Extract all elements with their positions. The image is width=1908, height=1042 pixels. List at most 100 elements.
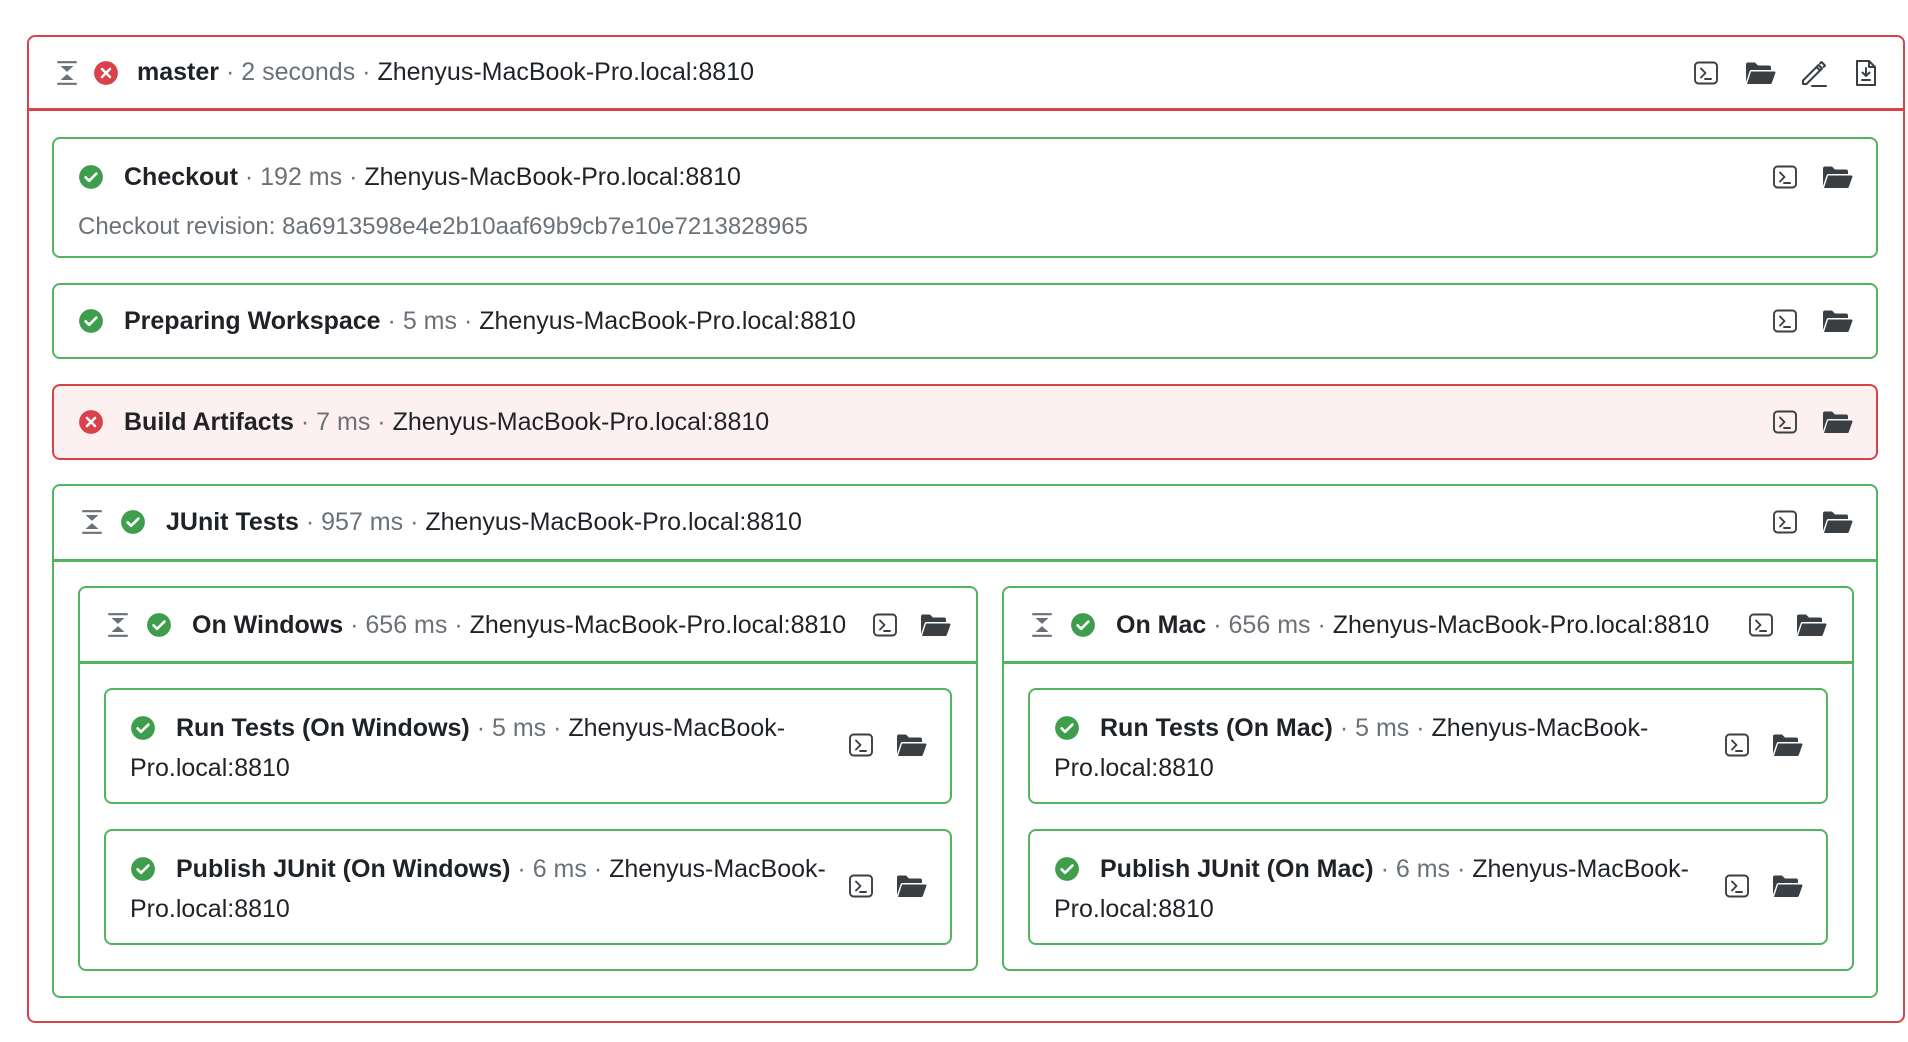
stage-header: On Mac · 656 ms · Zhenyus-MacBook-Pro.lo… xyxy=(1004,588,1852,664)
step-host: Zhenyus-MacBook-Pro.local:8810 xyxy=(364,162,741,191)
stage-host: Zhenyus-MacBook-Pro.local:8810 xyxy=(1332,610,1710,639)
step-build-artifacts: Build Artifacts · 7 ms · Zhenyus-MacBook… xyxy=(52,384,1878,460)
stage-duration: 957 ms xyxy=(321,507,404,536)
terminal-log-icon[interactable] xyxy=(1722,871,1752,901)
collapse-icon[interactable] xyxy=(1030,612,1054,638)
step-title: Run Tests (On Windows) · 5 ms · Zhenyus-… xyxy=(130,708,850,788)
step-host-continued: Pro.local:8810 xyxy=(1054,754,1214,782)
step-duration: 192 ms xyxy=(260,162,343,191)
terminal-log-icon[interactable] xyxy=(1746,610,1776,640)
step-title: Preparing Workspace · 5 ms · Zhenyus-Mac… xyxy=(124,306,856,335)
step-run-tests-windows: Run Tests (On Windows) · 5 ms · Zhenyus-… xyxy=(104,688,952,804)
checkout-revision: Checkout revision: 8a6913598e4e2b10aaf69… xyxy=(78,213,808,240)
stage-header: On Windows · 656 ms · Zhenyus-MacBook-Pr… xyxy=(80,588,976,664)
check-circle-icon xyxy=(130,854,156,880)
step-duration: 5 ms xyxy=(491,714,547,742)
step-title: Build Artifacts · 7 ms · Zhenyus-MacBook… xyxy=(124,407,770,436)
folder-open-icon[interactable] xyxy=(918,610,952,640)
folder-open-icon[interactable] xyxy=(1820,407,1854,437)
step-title: Run Tests (On Mac) · 5 ms · Zhenyus-MacB… xyxy=(1054,708,1734,788)
folder-open-icon[interactable] xyxy=(1770,730,1804,760)
folder-open-icon[interactable] xyxy=(894,730,928,760)
terminal-log-icon[interactable] xyxy=(1691,58,1721,88)
step-host: Zhenyus-MacBook-Pro.local:8810 xyxy=(479,306,856,335)
step-name[interactable]: Build Artifacts xyxy=(124,408,294,436)
folder-open-icon[interactable] xyxy=(1820,507,1854,537)
stage-name[interactable]: master xyxy=(137,58,219,86)
step-host: Zhenyus-MacBook- xyxy=(609,855,826,883)
stage-duration: 2 seconds xyxy=(241,58,356,86)
terminal-log-icon[interactable] xyxy=(1770,407,1800,437)
step-host: Zhenyus-MacBook-Pro.local:8810 xyxy=(392,407,770,436)
step-checkout: Checkout · 192 ms · Zhenyus-MacBook-Pro.… xyxy=(52,137,1878,258)
step-duration: 5 ms xyxy=(402,306,458,335)
terminal-log-icon[interactable] xyxy=(1770,162,1800,192)
stage-title: On Mac · 656 ms · Zhenyus-MacBook-Pro.lo… xyxy=(1116,610,1710,639)
terminal-log-icon[interactable] xyxy=(1722,730,1752,760)
folder-open-icon[interactable] xyxy=(1794,610,1828,640)
stage-host: Zhenyus-MacBook-Pro.local:8810 xyxy=(425,507,802,536)
terminal-log-icon[interactable] xyxy=(846,871,876,901)
edit-icon[interactable] xyxy=(1799,58,1829,88)
step-title: Publish JUnit (On Windows) · 6 ms · Zhen… xyxy=(130,849,860,929)
stage-duration: 656 ms xyxy=(365,610,448,639)
check-circle-icon xyxy=(78,308,104,334)
step-name[interactable]: Run Tests (On Windows) xyxy=(176,714,470,742)
download-log-icon[interactable] xyxy=(1851,58,1881,88)
step-name[interactable]: Checkout xyxy=(124,163,238,191)
x-circle-icon xyxy=(93,60,119,86)
folder-open-icon[interactable] xyxy=(894,871,928,901)
step-host-continued: Pro.local:8810 xyxy=(130,895,290,923)
collapse-icon[interactable] xyxy=(80,509,104,535)
collapse-icon[interactable] xyxy=(55,60,79,86)
check-circle-icon xyxy=(130,713,156,739)
step-title: Checkout · 192 ms · Zhenyus-MacBook-Pro.… xyxy=(124,162,741,191)
step-host: Zhenyus-MacBook- xyxy=(568,714,786,742)
step-name[interactable]: Run Tests (On Mac) xyxy=(1100,714,1333,742)
terminal-log-icon[interactable] xyxy=(1770,306,1800,336)
collapse-icon[interactable] xyxy=(106,612,130,638)
step-host-continued: Pro.local:8810 xyxy=(130,754,290,782)
root-title: master · 2 seconds · Zhenyus-MacBook-Pro… xyxy=(137,58,755,86)
check-circle-icon xyxy=(120,509,146,535)
terminal-log-icon[interactable] xyxy=(1770,507,1800,537)
stage-duration: 656 ms xyxy=(1228,610,1311,639)
stage-host: Zhenyus-MacBook-Pro.local:8810 xyxy=(377,58,755,86)
stage-name[interactable]: On Windows xyxy=(192,611,343,639)
stage-name[interactable]: On Mac xyxy=(1116,611,1206,639)
root-header: master · 2 seconds · Zhenyus-MacBook-Pro… xyxy=(29,37,1903,111)
check-circle-icon xyxy=(146,612,172,638)
folder-open-icon[interactable] xyxy=(1743,58,1777,88)
step-duration: 6 ms xyxy=(532,855,587,883)
stage-host: Zhenyus-MacBook-Pro.local:8810 xyxy=(469,610,847,639)
folder-open-icon[interactable] xyxy=(1820,306,1854,336)
step-name[interactable]: Publish JUnit (On Mac) xyxy=(1100,855,1374,883)
step-host-continued: Pro.local:8810 xyxy=(1054,895,1214,923)
stage-title: JUnit Tests · 957 ms · Zhenyus-MacBook-P… xyxy=(166,507,802,536)
step-publish-junit-windows: Publish JUnit (On Windows) · 6 ms · Zhen… xyxy=(104,829,952,945)
step-host: Zhenyus-MacBook- xyxy=(1431,714,1649,742)
terminal-log-icon[interactable] xyxy=(870,610,900,640)
step-duration: 5 ms xyxy=(1355,714,1410,742)
check-circle-icon xyxy=(1070,612,1096,638)
step-preparing-workspace: Preparing Workspace · 5 ms · Zhenyus-Mac… xyxy=(52,283,1878,359)
step-run-tests-mac: Run Tests (On Mac) · 5 ms · Zhenyus-MacB… xyxy=(1028,688,1828,804)
step-name[interactable]: Preparing Workspace xyxy=(124,307,381,335)
terminal-log-icon[interactable] xyxy=(846,730,876,760)
check-circle-icon xyxy=(78,164,104,190)
step-host: Zhenyus-MacBook- xyxy=(1472,855,1689,883)
step-duration: 6 ms xyxy=(1395,855,1451,883)
folder-open-icon[interactable] xyxy=(1820,162,1854,192)
stage-name[interactable]: JUnit Tests xyxy=(166,508,299,536)
stage-header: JUnit Tests · 957 ms · Zhenyus-MacBook-P… xyxy=(54,486,1876,562)
check-circle-icon xyxy=(1054,713,1080,739)
step-title: Publish JUnit (On Mac) · 6 ms · Zhenyus-… xyxy=(1054,849,1744,929)
step-name[interactable]: Publish JUnit (On Windows) xyxy=(176,855,510,883)
step-duration: 7 ms xyxy=(316,407,371,436)
stage-title: On Windows · 656 ms · Zhenyus-MacBook-Pr… xyxy=(192,610,847,639)
check-circle-icon xyxy=(1054,854,1080,880)
root-actions xyxy=(1691,58,1881,88)
x-circle-icon xyxy=(78,409,104,435)
folder-open-icon[interactable] xyxy=(1770,871,1804,901)
step-publish-junit-mac: Publish JUnit (On Mac) · 6 ms · Zhenyus-… xyxy=(1028,829,1828,945)
